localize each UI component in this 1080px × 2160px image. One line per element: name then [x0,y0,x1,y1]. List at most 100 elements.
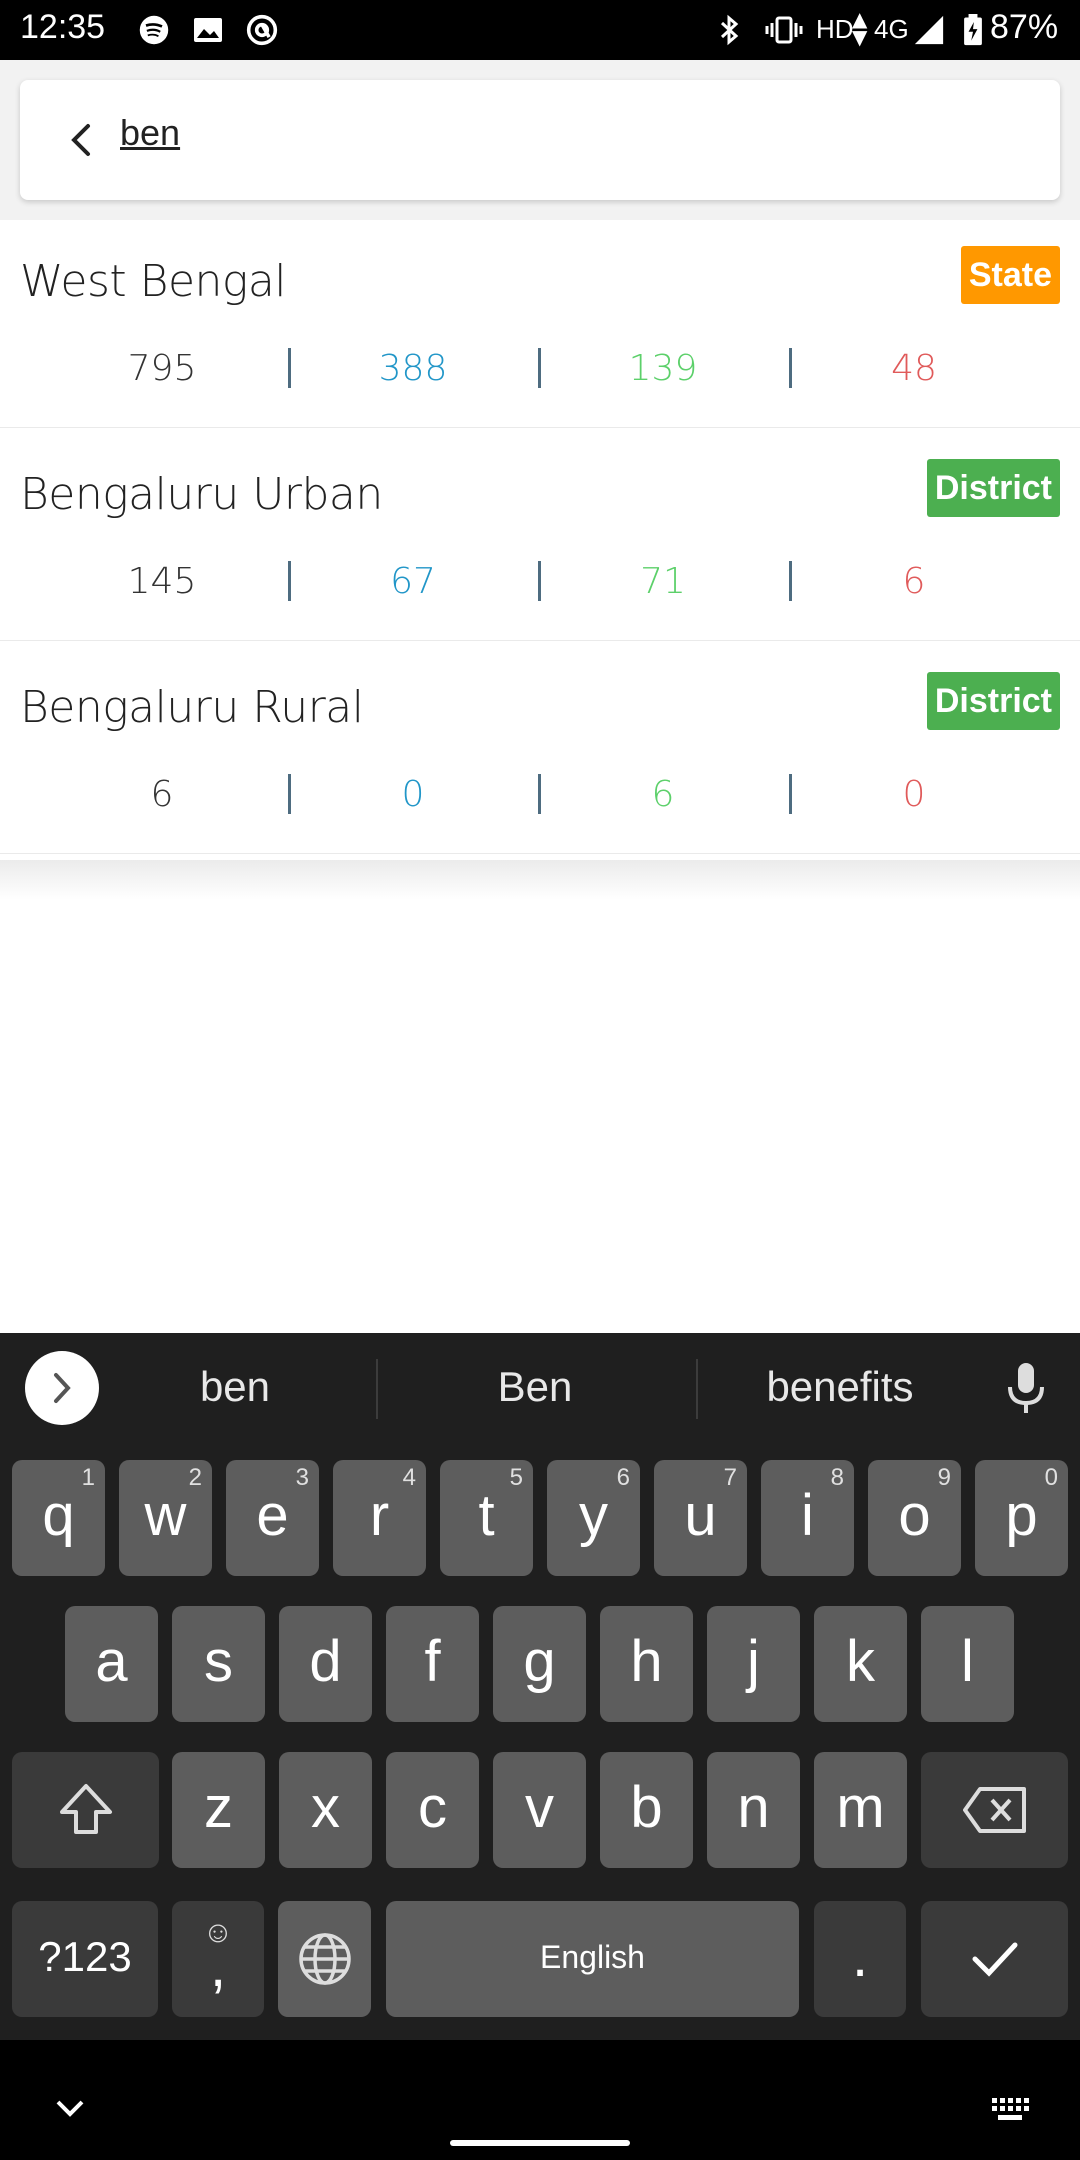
result-card[interactable]: Bengaluru Urban District 145 67 71 6 [0,433,1080,641]
globe-icon [298,1933,351,1985]
search-area: ben [0,60,1080,220]
period-key[interactable]: . [814,1901,906,2017]
search-bar: ben [20,80,1060,200]
result-card[interactable]: West Bengal State 795 388 139 48 [0,220,1080,428]
key-hint: 6 [616,1464,630,1491]
active-count: 388 [378,348,448,389]
key-label: t [478,1483,495,1548]
key-label: o [898,1483,931,1548]
keyboard-switch-icon[interactable] [990,2096,1030,2124]
back-arrow-icon[interactable] [60,118,104,162]
suggestion-2[interactable]: Ben [430,1363,640,1411]
key-hint: 7 [723,1464,737,1491]
key-f[interactable]: f [386,1606,479,1722]
recovered-count: 6 [651,774,675,815]
suggestion-1[interactable]: ben [130,1363,340,1411]
key-z[interactable]: z [172,1752,265,1868]
key-t[interactable]: t5 [440,1460,533,1576]
active-count: 0 [401,774,425,815]
key-p[interactable]: p0 [975,1460,1068,1576]
soft-keyboard: ben Ben benefits q1w2e3r4t5y6u7i8o9p0 as… [0,1333,1080,2040]
suggestion-bar: ben Ben benefits [0,1333,1080,1445]
key-hint: 9 [937,1464,951,1491]
navigation-bar [0,2040,1080,2160]
region-type-badge: District [926,672,1060,730]
confirmed-count: 145 [127,561,197,602]
key-k[interactable]: k [814,1606,907,1722]
shift-icon [59,1784,112,1834]
symbols-key[interactable]: ?123 [12,1901,158,2017]
key-a[interactable]: a [65,1606,158,1722]
home-handle[interactable] [450,2140,630,2146]
region-type-badge: District [926,459,1060,517]
backspace-key[interactable] [921,1752,1068,1868]
recovered-count: 139 [628,348,698,389]
key-label: q [42,1483,75,1548]
confirmed-count: 795 [127,348,197,389]
key-y[interactable]: y6 [547,1460,640,1576]
key-r[interactable]: r4 [333,1460,426,1576]
language-key[interactable] [278,1901,371,2017]
key-x[interactable]: x [279,1752,372,1868]
result-card[interactable]: Bengaluru Rural District 6 0 6 0 [0,646,1080,854]
search-input[interactable]: ben [120,112,180,154]
recovered-count: 71 [640,561,686,602]
stats-row: 145 67 71 6 [0,555,1080,615]
key-s[interactable]: s [172,1606,265,1722]
network-type: HD [816,14,854,44]
key-h[interactable]: h [600,1606,693,1722]
key-hint: 3 [295,1464,309,1491]
active-count: 67 [390,561,436,602]
hide-keyboard-icon[interactable] [52,2096,88,2120]
status-bar: 12:35 HD ▲ ▼ 4G 87% [0,0,1080,60]
results-list: West Bengal State 795 388 139 48 Bengalu… [0,220,1080,854]
suggestion-3[interactable]: benefits [730,1363,950,1411]
key-g[interactable]: g [493,1606,586,1722]
emoji-comma-key[interactable]: ☺ , [172,1901,264,2017]
key-l[interactable]: l [921,1606,1014,1722]
data-arrows-icon: ▲ ▼ [852,7,868,49]
key-c[interactable]: c [386,1752,479,1868]
key-q[interactable]: q1 [12,1460,105,1576]
key-o[interactable]: o9 [868,1460,961,1576]
key-label: u [684,1483,717,1548]
checkmark-icon [972,1942,1017,1977]
backspace-icon [962,1787,1026,1833]
region-type-badge: State [960,246,1060,304]
key-n[interactable]: n [707,1752,800,1868]
region-name: Bengaluru Urban [20,469,383,520]
shift-key[interactable] [12,1752,159,1868]
space-key[interactable]: English [386,1901,799,2017]
sync-icon [246,14,278,46]
vibrate-icon [765,16,803,44]
battery-icon [964,14,982,46]
list-shadow [0,860,1080,900]
key-m[interactable]: m [814,1752,907,1868]
suggestion-divider [376,1359,378,1419]
key-w[interactable]: w2 [119,1460,212,1576]
confirmed-count: 6 [150,774,174,815]
key-v[interactable]: v [493,1752,586,1868]
key-hint: 2 [188,1464,202,1491]
suggestion-divider [696,1359,698,1419]
key-hint: 5 [509,1464,523,1491]
key-hint: 8 [830,1464,844,1491]
key-hint: 0 [1044,1464,1058,1491]
done-key[interactable] [921,1901,1068,2017]
deceased-count: 48 [891,348,937,389]
key-b[interactable]: b [600,1752,693,1868]
battery-percent: 87% [990,8,1059,46]
key-i[interactable]: i8 [761,1460,854,1576]
key-label: w [144,1483,187,1548]
microphone-icon[interactable] [1002,1359,1050,1419]
key-j[interactable]: j [707,1606,800,1722]
comma-label: , [209,1934,227,1999]
status-time: 12:35 [20,8,106,46]
expand-toolbar-button[interactable] [25,1351,99,1425]
key-d[interactable]: d [279,1606,372,1722]
key-e[interactable]: e3 [226,1460,319,1576]
deceased-count: 6 [902,561,926,602]
key-label: i [801,1483,814,1548]
key-u[interactable]: u7 [654,1460,747,1576]
key-label: r [369,1483,390,1548]
